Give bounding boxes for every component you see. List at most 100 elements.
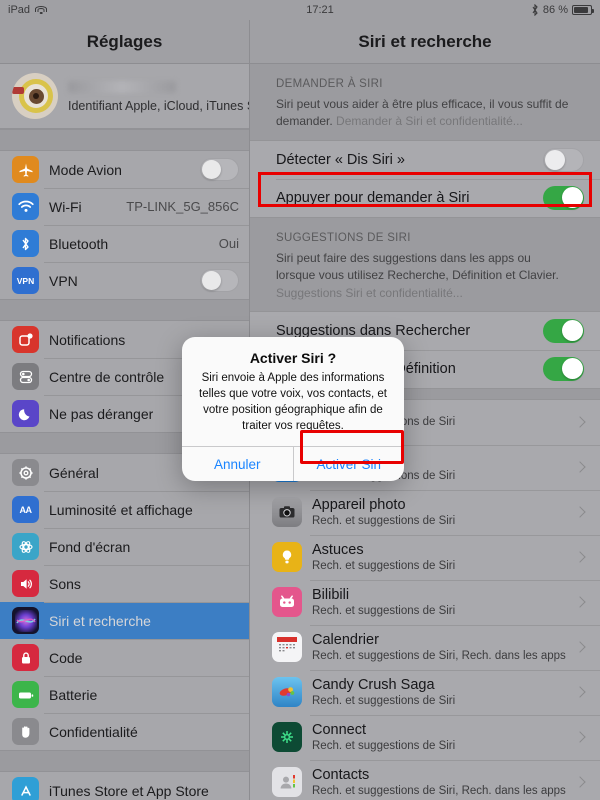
mode-avion-toggle[interactable]: [200, 158, 239, 181]
app-row-astuces[interactable]: Astuces Rech. et suggestions de Siri: [250, 534, 600, 580]
contacts-icon: [272, 767, 302, 798]
chevron-right-icon: [574, 776, 586, 789]
calendar-icon: [272, 632, 302, 663]
suggestions-dans-definition-toggle[interactable]: [543, 356, 584, 381]
sidebar-item-itunes-store-et-app-store[interactable]: iTunes Store et App Store: [0, 772, 249, 800]
app-subtitle: Rech. et suggestions de Siri: [312, 694, 456, 707]
sidebar-item-label: Batterie: [49, 686, 98, 703]
chevron-right-icon: [574, 551, 586, 564]
app-row-calendrier[interactable]: Calendrier Rech. et suggestions de Siri,…: [250, 624, 600, 670]
candy-crush-icon: [272, 677, 302, 708]
app-subtitle: Rech. et suggestions de Siri: [312, 514, 456, 527]
sidebar-item-code[interactable]: Code: [0, 639, 249, 676]
wifi-network-value: TP-LINK_5G_856C: [126, 199, 239, 214]
battery-icon: [12, 681, 39, 708]
sidebar-item-label: VPN: [49, 272, 78, 289]
sidebar-group-separator: [0, 299, 249, 321]
app-row-contacts[interactable]: Contacts Rech. et suggestions de Siri, R…: [250, 759, 600, 800]
connect-icon: [272, 722, 302, 753]
sidebar-item-label: Centre de contrôle: [49, 368, 165, 385]
activer-siri-button[interactable]: Activer Siri: [292, 447, 405, 482]
lock-icon: [12, 644, 39, 671]
sidebar-item-confidentialite[interactable]: Confidentialité: [0, 713, 249, 750]
status-bar-right: 86 %: [531, 4, 600, 16]
app-row-appareil-photo[interactable]: Appareil photo Rech. et suggestions de S…: [250, 489, 600, 535]
sidebar-navbar: Réglages: [0, 20, 249, 64]
tips-bulb-icon: [272, 542, 302, 573]
section-header-siri-suggestions: SUGGESTIONS DE SIRI: [276, 231, 411, 244]
sidebar-item-sons[interactable]: Sons: [0, 565, 249, 602]
app-name: Candy Crush Saga: [312, 676, 435, 693]
section-description-text: Siri peut faire des suggestions dans les…: [276, 250, 559, 283]
sidebar-item-mode-avion[interactable]: Mode Avion: [0, 151, 249, 188]
chevron-right-icon: [574, 416, 586, 429]
sidebar-group-separator: [0, 750, 249, 772]
privacy-link-siri-suggestions[interactable]: Suggestions Siri et confidentialité...: [276, 286, 463, 300]
bilibili-icon: [272, 587, 302, 618]
battery-percent-label: 86 %: [542, 4, 568, 16]
profile-text: Identifiant Apple, iCloud, iTunes S...: [68, 79, 249, 113]
sidebar-item-vpn[interactable]: VPN VPN: [0, 262, 249, 299]
sidebar-item-bluetooth[interactable]: Bluetooth Oui: [0, 225, 249, 262]
detecter-dis-siri-toggle[interactable]: [543, 147, 584, 172]
chevron-right-icon: [574, 596, 586, 609]
sidebar-item-label: Bluetooth: [49, 235, 109, 252]
privacy-link-ask-siri[interactable]: Demander à Siri et confidentialité...: [336, 114, 523, 128]
sidebar-group-separator: [0, 129, 249, 151]
sidebar-item-label: Ne pas déranger: [49, 405, 154, 422]
control-center-icon: [12, 363, 39, 390]
app-name: Appareil photo: [312, 496, 406, 513]
ask-siri-card: Détecter « Dis Siri » Appuyer pour deman…: [250, 139, 600, 218]
appuyer-pour-demander-a-siri-row[interactable]: Appuyer pour demander à Siri: [250, 178, 600, 217]
app-row-candy-crush-saga[interactable]: Candy Crush Saga Rech. et suggestions de…: [250, 669, 600, 715]
section-description-ask-siri: Siri peut vous aider à être plus efficac…: [250, 96, 600, 140]
appuyer-pour-demander-a-siri-toggle[interactable]: [543, 185, 584, 210]
dialog-title: Activer Siri ?: [249, 350, 337, 366]
section-description-siri-suggestions: Siri peut faire des suggestions dans les…: [250, 250, 600, 311]
apple-id-profile-row[interactable]: Identifiant Apple, iCloud, iTunes S...: [0, 64, 249, 129]
app-name: Calendrier: [312, 631, 379, 648]
sidebar-item-label: iTunes Store et App Store: [49, 782, 209, 799]
sidebar-item-fond-decran[interactable]: Fond d'écran: [0, 528, 249, 565]
vpn-toggle[interactable]: [200, 269, 239, 292]
row-label: Détecter « Dis Siri »: [276, 151, 405, 168]
wallpaper-icon: [12, 533, 39, 560]
bluetooth-icon: [532, 4, 538, 16]
avatar: [12, 73, 58, 119]
chevron-right-icon: [574, 686, 586, 699]
siri-icon: [12, 607, 39, 634]
app-row-bilibili[interactable]: Bilibili Rech. et suggestions de Siri: [250, 579, 600, 625]
notifications-icon: [12, 326, 39, 353]
app-subtitle: Rech. et suggestions de Siri, Rech. dans…: [312, 784, 566, 797]
dialog-message: Siri envoie à Apple des informations tel…: [199, 372, 387, 432]
detail-navbar: Siri et recherche: [250, 20, 600, 64]
sidebar-item-luminosite-et-affichage[interactable]: AA Luminosité et affichage: [0, 491, 249, 528]
battery-icon: [572, 5, 594, 15]
bluetooth-state-value: Oui: [218, 236, 239, 251]
detecter-dis-siri-row[interactable]: Détecter « Dis Siri »: [250, 141, 600, 179]
app-row-connect[interactable]: Connect Rech. et suggestions de Siri: [250, 714, 600, 760]
sidebar-item-label: Siri et recherche: [49, 612, 151, 629]
sidebar-item-wifi[interactable]: Wi-Fi TP-LINK_5G_856C: [0, 188, 249, 225]
display-icon: AA: [12, 496, 39, 523]
sidebar-item-batterie[interactable]: Batterie: [0, 676, 249, 713]
airplane-icon: [12, 156, 39, 183]
status-bar: iPad 17:21 86 %: [0, 0, 600, 20]
profile-subtitle: Identifiant Apple, iCloud, iTunes S...: [68, 99, 249, 113]
profile-name-redacted: [68, 81, 176, 93]
suggestions-dans-rechercher-toggle[interactable]: [543, 318, 584, 343]
app-subtitle: Rech. et suggestions de Siri, Rech. dans…: [312, 649, 566, 662]
sidebar-item-label: Fond d'écran: [49, 538, 131, 555]
chevron-right-icon: [574, 506, 586, 519]
app-subtitle: Rech. et suggestions de Siri: [312, 739, 456, 752]
app-name: Astuces: [312, 541, 364, 558]
clock: 17:21: [306, 4, 334, 16]
row-label: Appuyer pour demander à Siri: [276, 189, 470, 206]
dialog-actions: Annuler Activer Siri: [182, 446, 405, 482]
status-bar-center: 17:21: [0, 4, 600, 16]
section-header-ask-siri: DEMANDER À SIRI: [276, 78, 383, 90]
sidebar-item-siri-et-recherche[interactable]: Siri et recherche: [0, 602, 249, 639]
moon-icon: [12, 400, 39, 427]
camera-icon: [272, 497, 302, 528]
cancel-button[interactable]: Annuler: [182, 447, 293, 481]
